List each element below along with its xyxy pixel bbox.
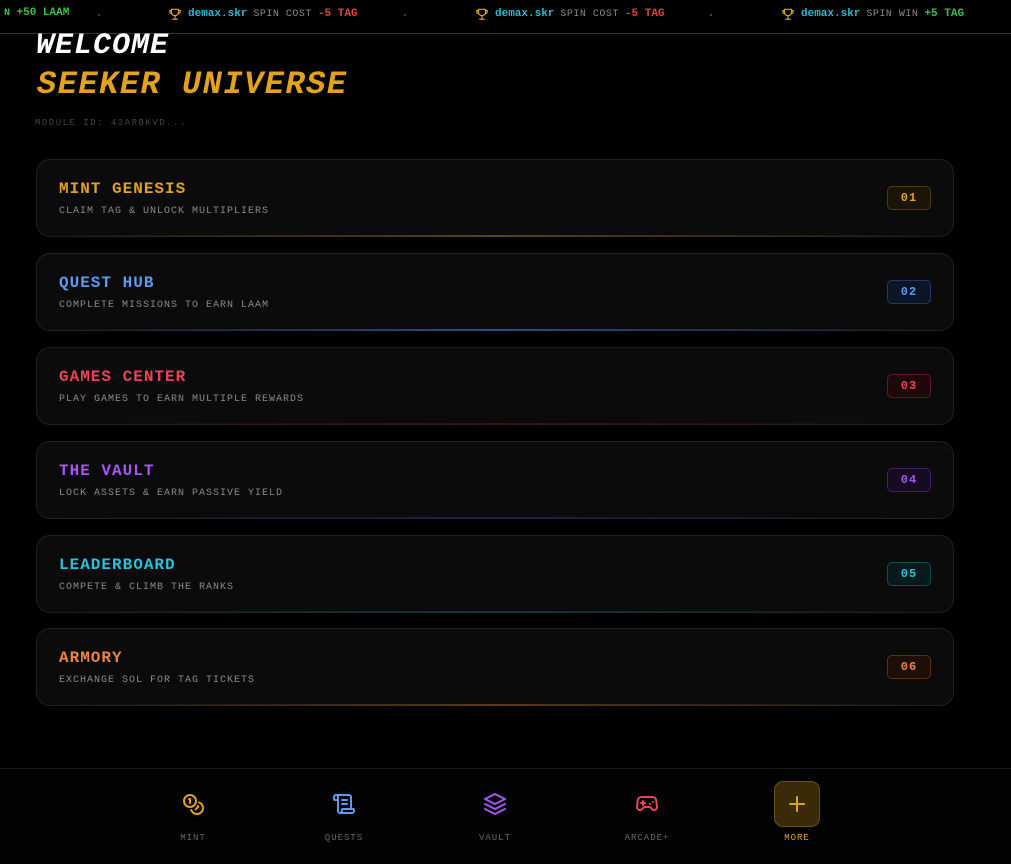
module-id: MODULE ID: 43ARBKVD...: [35, 118, 187, 128]
module-card-quest-hub[interactable]: QUEST HUB COMPLETE MISSIONS TO EARN LAAM…: [36, 253, 954, 331]
ticker-amount: -5 TAG: [317, 8, 358, 20]
module-title: GAMES CENTER: [59, 368, 187, 386]
ticker-action: SPIN COST: [253, 8, 312, 20]
module-card-leaderboard[interactable]: LEADERBOARD COMPETE & CLIMB THE RANKS 05: [36, 535, 954, 613]
plus-icon: [774, 781, 820, 827]
card-accent-line: [51, 517, 939, 519]
nav-label: VAULT: [478, 833, 511, 843]
nav-label: MORE: [784, 833, 810, 843]
ticker-user: demax.skr: [188, 8, 248, 20]
module-title: QUEST HUB: [59, 274, 155, 292]
module-number-badge: 04: [887, 468, 931, 492]
module-title: MINT GENESIS: [59, 180, 187, 198]
card-accent-line: [51, 611, 939, 613]
gamepad-icon: [624, 781, 670, 827]
ticker-action: SPIN WIN: [866, 8, 919, 20]
universe-heading: SEEKER UNIVERSE: [37, 66, 348, 103]
nav-label: QUESTS: [324, 833, 364, 843]
nav-item-vault[interactable]: VAULT: [465, 781, 525, 843]
ticker-amount: +5 TAG: [924, 8, 965, 20]
module-card-the-vault[interactable]: THE VAULT LOCK ASSETS & EARN PASSIVE YIE…: [36, 441, 954, 519]
ticker-amount: +50 LAAM: [16, 7, 70, 19]
module-description: COMPLETE MISSIONS TO EARN LAAM: [59, 300, 270, 311]
module-description: COMPETE & CLIMB THE RANKS: [59, 582, 235, 593]
card-accent-line: [51, 329, 939, 331]
nav-item-mint[interactable]: MINT: [163, 781, 223, 843]
card-accent-line: [51, 235, 939, 237]
module-card-armory[interactable]: ARMORY EXCHANGE SOL FOR TAG TICKETS 06: [36, 628, 954, 706]
module-number-badge: 05: [887, 562, 931, 586]
nav-label: ARCADE+: [624, 833, 670, 843]
card-accent-line: [51, 423, 939, 425]
module-description: CLAIM TAG & UNLOCK MULTIPLIERS: [59, 206, 270, 217]
nav-item-more[interactable]: MORE: [767, 781, 827, 843]
module-description: PLAY GAMES TO EARN MULTIPLE REWARDS: [59, 394, 305, 405]
nav-item-quests[interactable]: QUESTS: [314, 781, 374, 843]
ticker-prefix: N: [4, 7, 11, 19]
nav-label: MINT: [180, 833, 206, 843]
ticker-amount: -5 TAG: [624, 8, 665, 20]
trophy-icon: [169, 8, 181, 20]
ticker-separator: [404, 14, 406, 16]
module-number-badge: 02: [887, 280, 931, 304]
coins-icon: [170, 781, 216, 827]
layers-icon: [472, 781, 518, 827]
trophy-icon: [782, 8, 794, 20]
scroll-icon: [321, 781, 367, 827]
module-card-games-center[interactable]: GAMES CENTER PLAY GAMES TO EARN MULTIPLE…: [36, 347, 954, 425]
ticker-user: demax.skr: [801, 8, 861, 20]
ticker-action: SPIN COST: [560, 8, 619, 20]
module-card-mint-genesis[interactable]: MINT GENESIS CLAIM TAG & UNLOCK MULTIPLI…: [36, 159, 954, 237]
module-number-badge: 06: [887, 655, 931, 679]
module-title: ARMORY: [59, 649, 123, 667]
bottom-nav: MINT QUESTS VAULT ARCADE+ MORE: [0, 768, 1011, 864]
ticker-item: demax.skr SPIN WIN +5 TAG: [781, 7, 964, 21]
ticker-item: demax.skr SPIN COST -5 TAG: [168, 7, 358, 21]
ticker-item: N +50 LAAM: [4, 7, 69, 19]
nav-item-arcade[interactable]: ARCADE+: [617, 781, 677, 843]
module-description: EXCHANGE SOL FOR TAG TICKETS: [59, 675, 256, 686]
module-title: THE VAULT: [59, 462, 155, 480]
welcome-heading: WELCOME: [36, 29, 170, 63]
card-accent-line: [51, 704, 939, 706]
module-number-badge: 01: [887, 186, 931, 210]
module-description: LOCK ASSETS & EARN PASSIVE YIELD: [59, 488, 284, 499]
ticker-user: demax.skr: [495, 8, 555, 20]
module-title: LEADERBOARD: [59, 556, 176, 574]
ticker-item: demax.skr SPIN COST -5 TAG: [475, 7, 665, 21]
trophy-icon: [476, 8, 488, 20]
ticker-separator: [98, 14, 100, 16]
ticker-separator: [710, 14, 712, 16]
module-number-badge: 03: [887, 374, 931, 398]
